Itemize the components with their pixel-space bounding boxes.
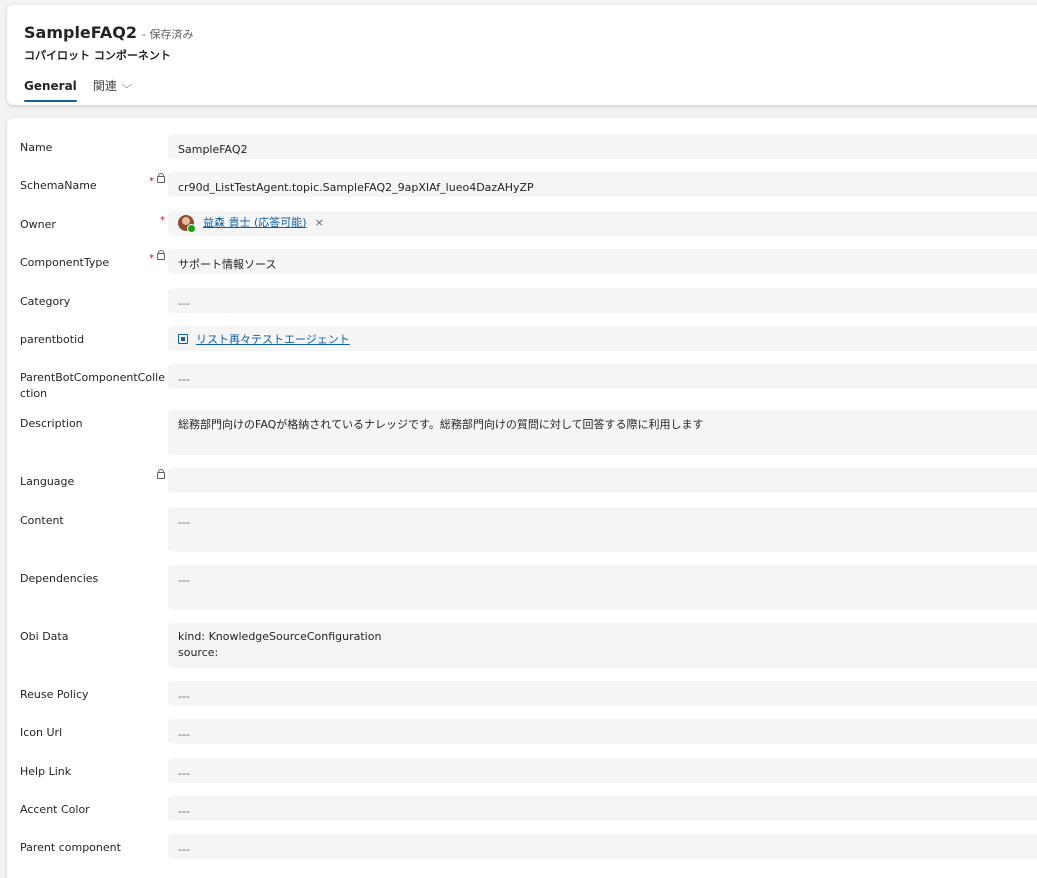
- parentbotid-field[interactable]: リスト再々テストエージェント: [168, 326, 1037, 351]
- lock-icon: [157, 469, 165, 479]
- content-label: Content: [20, 514, 64, 527]
- tab-general[interactable]: General: [24, 73, 77, 102]
- lock-icon: [157, 250, 165, 260]
- parent-component-label: Parent component: [20, 841, 121, 854]
- description-label: Description: [20, 417, 83, 430]
- obi-data-label: Obi Data: [20, 630, 69, 643]
- record-title: SampleFAQ2: [24, 23, 137, 42]
- avatar: [178, 215, 196, 233]
- tab-list: General 関連 ⌵: [24, 73, 146, 102]
- icon-url-label: Icon Url: [20, 726, 63, 739]
- tab-related[interactable]: 関連 ⌵: [92, 73, 132, 102]
- component-type-field[interactable]: サポート情報ソース: [168, 249, 1037, 274]
- tab-general-label: General: [24, 78, 77, 93]
- owner-label: Owner: [20, 218, 56, 231]
- category-field[interactable]: ---: [168, 288, 1037, 313]
- lock-icon: [157, 173, 165, 183]
- description-field[interactable]: 総務部門向けのFAQが格納されているナレッジです。総務部門向けの質問に対して回答…: [168, 410, 1037, 455]
- content-field[interactable]: ---: [168, 507, 1037, 552]
- parentbotid-label: parentbotid: [20, 333, 85, 346]
- name-field[interactable]: SampleFAQ2: [168, 134, 1037, 159]
- dependencies-label: Dependencies: [20, 572, 99, 585]
- help-link-field[interactable]: ---: [168, 758, 1037, 783]
- category-label: Category: [20, 295, 71, 308]
- remove-owner-icon[interactable]: ×: [315, 215, 324, 231]
- reuse-policy-field[interactable]: ---: [168, 681, 1037, 706]
- schema-name-label: SchemaName: [20, 179, 97, 192]
- title-row: SampleFAQ2 - 保存済み: [24, 23, 193, 42]
- owner-link[interactable]: 益森 貴士 (応答可能): [203, 215, 307, 231]
- required-mark: *: [149, 253, 154, 264]
- icon-url-field[interactable]: ---: [168, 719, 1037, 744]
- parent-collection-field[interactable]: ---: [168, 364, 1037, 389]
- owner-field[interactable]: 益森 貴士 (応答可能) ×: [168, 211, 1037, 236]
- obi-data-field[interactable]: kind: KnowledgeSourceConfiguration sourc…: [168, 623, 1037, 668]
- language-label: Language: [20, 475, 75, 488]
- component-type-label: ComponentType: [20, 256, 110, 269]
- save-status: - 保存済み: [142, 28, 194, 41]
- language-field[interactable]: [168, 468, 1037, 493]
- entity-type-label: コパイロット コンポーネント: [24, 49, 171, 62]
- form-body: Name SampleFAQ2 SchemaName * cr90d_ListT…: [7, 118, 1037, 878]
- accent-color-label: Accent Color: [20, 803, 90, 816]
- schema-name-field[interactable]: cr90d_ListTestAgent.topic.SampleFAQ2_9ap…: [168, 172, 1037, 197]
- help-link-label: Help Link: [20, 765, 72, 778]
- parent-component-field[interactable]: ---: [168, 834, 1037, 859]
- parent-collection-label: ParentBotComponentCollection: [20, 371, 165, 400]
- reuse-policy-label: Reuse Policy: [20, 688, 89, 701]
- accent-color-field[interactable]: ---: [168, 796, 1037, 821]
- form-header: SampleFAQ2 - 保存済み コパイロット コンポーネント General…: [7, 5, 1037, 105]
- presence-available-icon: [187, 224, 196, 233]
- chevron-down-icon: ⌵: [121, 80, 132, 91]
- required-mark: *: [160, 215, 165, 226]
- tab-related-label: 関連: [92, 79, 117, 93]
- bot-icon: [178, 334, 188, 344]
- required-mark: *: [149, 176, 154, 187]
- dependencies-field[interactable]: ---: [168, 565, 1037, 610]
- parent-bot-link[interactable]: リスト再々テストエージェント: [196, 333, 350, 346]
- name-label: Name: [20, 141, 53, 154]
